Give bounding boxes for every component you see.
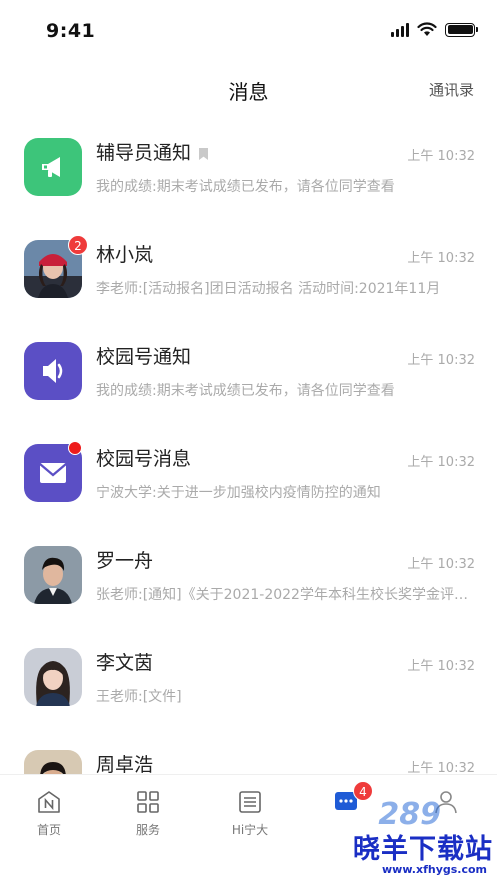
- battery-icon: [445, 22, 478, 37]
- conversation-row[interactable]: 校园号消息 上午 10:32 宁波大学:关于进一步加强校内疫情防控的通知: [0, 422, 497, 524]
- user-photo: [24, 750, 82, 774]
- unread-dot: [68, 441, 82, 455]
- tab-hi-nbu[interactable]: Hi宁大: [210, 789, 290, 838]
- conversation-preview: 李老师:[活动报名]团日活动报名 活动时间:2021年11月: [96, 281, 441, 297]
- conversation-name: 罗一舟: [96, 550, 154, 572]
- page-title: 消息: [228, 80, 269, 104]
- conversation-row[interactable]: 罗一舟 上午 10:32 张老师:[通知]《关于2021-2022学年本科生校长…: [0, 524, 497, 626]
- tab-bar: 首页 服务 Hi宁大 4 289 晓羊下载站 www.xfhygs.com: [0, 774, 497, 883]
- conversation-time: 上午 10:32: [407, 455, 475, 470]
- user-photo: [24, 546, 82, 604]
- avatar: 2: [24, 235, 88, 298]
- tab-label: 服务: [135, 823, 160, 837]
- conversation-preview: 张老师:[通知]《关于2021-2022学年本科生校长奖学金评选的通知》: [96, 587, 474, 603]
- contacts-link[interactable]: 通讯录: [429, 79, 474, 100]
- avatar: [24, 342, 82, 400]
- wifi-icon: [417, 22, 437, 36]
- conversation-time: 上午 10:32: [407, 761, 475, 774]
- tab-services[interactable]: 服务: [108, 789, 188, 838]
- conversation-name: 周卓浩: [96, 754, 154, 774]
- conversation-time: 上午 10:32: [407, 353, 475, 368]
- conversation-name: 校园号消息: [96, 448, 192, 470]
- document-icon: [237, 789, 263, 815]
- status-time: 9:41: [46, 20, 96, 42]
- conversation-row[interactable]: 李文茵 上午 10:32 王老师:[文件]: [0, 626, 497, 728]
- conversation-time: 上午 10:32: [407, 251, 475, 266]
- avatar: [24, 750, 82, 774]
- user-photo: [24, 648, 82, 706]
- status-icons: [391, 22, 478, 37]
- avatar: [24, 138, 82, 196]
- conversation-preview: 王老师:[文件]: [96, 689, 182, 705]
- watermark-url: www.xfhygs.com: [382, 863, 487, 876]
- conversation-name: 李文茵: [96, 652, 154, 674]
- conversation-preview: 宁波大学:关于进一步加强校内疫情防控的通知: [96, 485, 381, 501]
- conversation-preview: 我的成绩:期末考试成绩已发布，请各位同学查看: [96, 179, 395, 195]
- tab-label: 首页: [36, 823, 61, 837]
- conversation-preview: 我的成绩:期末考试成绩已发布，请各位同学查看: [96, 383, 395, 399]
- status-bar: 9:41: [0, 0, 497, 62]
- avatar: [24, 648, 82, 706]
- megaphone-icon: [24, 138, 82, 196]
- conversation-row[interactable]: 周卓浩 上午 10:32: [0, 728, 497, 774]
- pin-icon: [199, 148, 209, 160]
- conversation-name: 辅导员通知: [96, 138, 209, 165]
- grid-icon: [135, 789, 161, 815]
- tab-home[interactable]: 首页: [9, 789, 89, 838]
- tab-label: Hi宁大: [231, 823, 269, 837]
- watermark-text: 晓羊下载站: [353, 834, 493, 865]
- unread-badge: 2: [68, 235, 88, 255]
- conversation-row[interactable]: 2 林小岚 上午 10:32 李老师:[活动报名]团日活动报名 活动时间:202…: [0, 218, 497, 320]
- conversation-list[interactable]: 辅导员通知 上午 10:32 我的成绩:期末考试成绩已发布，请各位同学查看 2 …: [0, 116, 497, 774]
- watermark: 289 晓羊下载站 www.xfhygs.com: [283, 797, 493, 876]
- speaker-icon: [24, 342, 82, 400]
- conversation-row[interactable]: 校园号通知 上午 10:32 我的成绩:期末考试成绩已发布，请各位同学查看: [0, 320, 497, 422]
- avatar: [24, 441, 82, 502]
- avatar: [24, 546, 82, 604]
- home-icon: [36, 789, 62, 815]
- conversation-time: 上午 10:32: [407, 149, 475, 164]
- signal-icon: [391, 22, 409, 37]
- conversation-time: 上午 10:32: [407, 659, 475, 674]
- conversation-name: 林小岚: [96, 244, 154, 266]
- conversation-time: 上午 10:32: [407, 557, 475, 572]
- conversation-name: 校园号通知: [96, 346, 192, 368]
- conversation-row[interactable]: 辅导员通知 上午 10:32 我的成绩:期末考试成绩已发布，请各位同学查看: [0, 116, 497, 218]
- header: 消息 通讯录: [0, 62, 497, 116]
